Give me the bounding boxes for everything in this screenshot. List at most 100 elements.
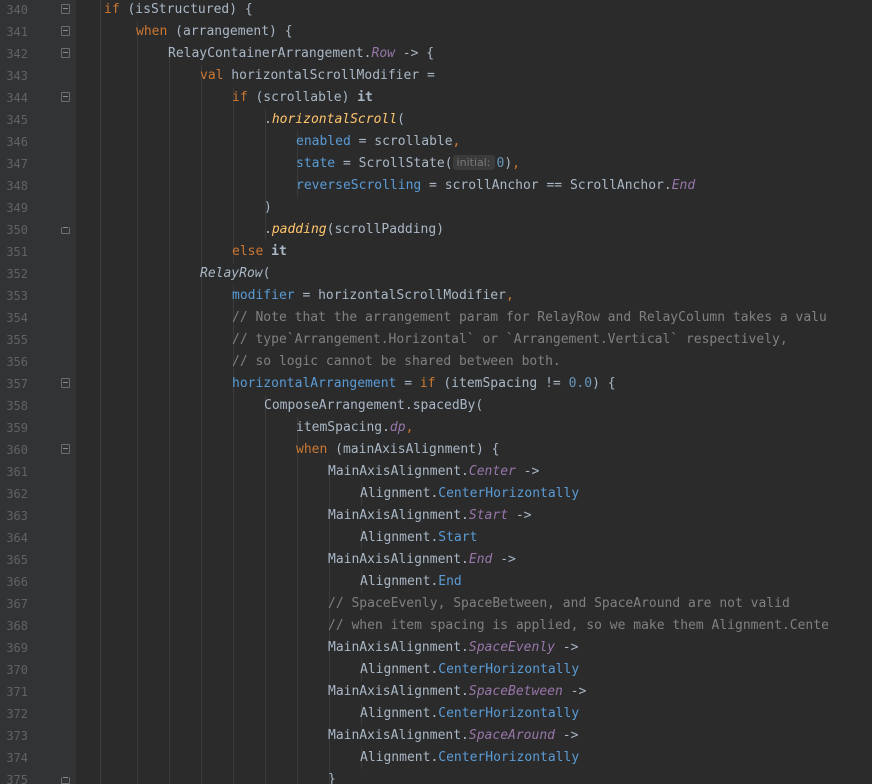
code-line[interactable]: 363 MainAxisAlignment.Start -> bbox=[0, 505, 872, 527]
code-token: -> bbox=[492, 552, 516, 567]
code-token: // so logic cannot be shared between bot… bbox=[232, 354, 561, 369]
indent-guide bbox=[297, 769, 298, 784]
code-line[interactable]: 362 Alignment.CenterHorizontally bbox=[0, 483, 872, 505]
code-token: CenterHorizontally bbox=[438, 662, 580, 677]
indent-guide bbox=[297, 571, 298, 593]
code-line[interactable]: 372 Alignment.CenterHorizontally bbox=[0, 703, 872, 725]
indent-guide bbox=[137, 681, 138, 703]
code-token: End bbox=[468, 552, 493, 567]
code-text: .padding(scrollPadding) bbox=[264, 219, 444, 241]
indent-guide bbox=[233, 527, 234, 549]
fold-collapse-icon[interactable] bbox=[61, 48, 70, 58]
code-line[interactable]: 368 // when item spacing is applied, so w… bbox=[0, 615, 872, 637]
indent-guide bbox=[265, 659, 266, 681]
code-token: modifier bbox=[232, 288, 295, 303]
code-line[interactable]: 346 enabled = scrollable, bbox=[0, 131, 872, 153]
fold-end-icon[interactable] bbox=[61, 227, 70, 234]
fold-collapse-icon[interactable] bbox=[61, 378, 70, 388]
code-text: ComposeArrangement.spacedBy( bbox=[264, 395, 483, 417]
indent-guide bbox=[169, 549, 170, 571]
code-line[interactable]: 373 MainAxisAlignment.SpaceAround -> bbox=[0, 725, 872, 747]
code-line[interactable]: 345 .horizontalScroll( bbox=[0, 109, 872, 131]
code-line[interactable]: 361 MainAxisAlignment.Center -> bbox=[0, 461, 872, 483]
indent-guide bbox=[137, 703, 138, 725]
code-line[interactable]: 360 when (mainAxisAlignment) { bbox=[0, 439, 872, 461]
code-line[interactable]: 366 Alignment.End bbox=[0, 571, 872, 593]
code-token: = scrollable bbox=[350, 134, 453, 149]
indent-guide bbox=[169, 461, 170, 483]
indent-guide bbox=[233, 747, 234, 769]
code-line[interactable]: 348 reverseScrolling = scrollAnchor == Sc… bbox=[0, 175, 872, 197]
code-line[interactable]: 358 ComposeArrangement.spacedBy( bbox=[0, 395, 872, 417]
indent-guide bbox=[297, 527, 298, 549]
code-text: itemSpacing.dp, bbox=[296, 417, 413, 439]
code-line[interactable]: 375} bbox=[0, 769, 872, 784]
code-line[interactable]: 342 RelayContainerArrangement.Row -> { bbox=[0, 43, 872, 65]
indent-guide bbox=[233, 439, 234, 461]
indent-guide bbox=[201, 219, 202, 241]
indent-guide bbox=[137, 395, 138, 417]
code-text: if (scrollable) it bbox=[232, 87, 373, 109]
indent-guide bbox=[201, 87, 202, 109]
code-token: (isStructured) { bbox=[119, 2, 253, 17]
indent-guide bbox=[169, 505, 170, 527]
code-token: reverseScrolling bbox=[296, 178, 422, 193]
code-line[interactable]: 354 // Note that the arrangement param fo… bbox=[0, 307, 872, 329]
code-line[interactable]: 343 val horizontalScrollModifier = bbox=[0, 65, 872, 87]
line-number: 358 bbox=[6, 399, 28, 413]
code-text: // when item spacing is applied, so we m… bbox=[328, 615, 829, 637]
indent-guide bbox=[297, 483, 298, 505]
indent-guide bbox=[201, 197, 202, 219]
indent-guide bbox=[201, 175, 202, 197]
indent-guide bbox=[169, 637, 170, 659]
code-editor[interactable]: 340 if (isStructured) {341 when (arrangeme… bbox=[0, 0, 872, 784]
code-line[interactable]: 355 // type`Arrangement.Horizontal` or `A… bbox=[0, 329, 872, 351]
indent-guide bbox=[169, 241, 170, 263]
indent-guide bbox=[169, 197, 170, 219]
code-line[interactable]: 353 modifier = horizontalScrollModifier, bbox=[0, 285, 872, 307]
indent-guide bbox=[201, 417, 202, 439]
code-line[interactable]: 352 RelayRow( bbox=[0, 263, 872, 285]
code-token: CenterHorizontally bbox=[438, 706, 580, 721]
code-text: Alignment.CenterHorizontally bbox=[360, 483, 579, 505]
code-line[interactable]: 374 Alignment.CenterHorizontally bbox=[0, 747, 872, 769]
code-line[interactable]: 347 state = ScrollState(initial: 0), bbox=[0, 153, 872, 175]
code-line[interactable]: 369 MainAxisAlignment.SpaceEvenly -> bbox=[0, 637, 872, 659]
code-line[interactable]: 370 Alignment.CenterHorizontally bbox=[0, 659, 872, 681]
indent-guide bbox=[233, 571, 234, 593]
code-line[interactable]: 359 itemSpacing.dp, bbox=[0, 417, 872, 439]
code-line[interactable]: 349) bbox=[0, 197, 872, 219]
code-line[interactable]: 365 MainAxisAlignment.End -> bbox=[0, 549, 872, 571]
indent-guide bbox=[233, 725, 234, 747]
code-token: Alignment. bbox=[360, 662, 439, 677]
fold-collapse-icon[interactable] bbox=[61, 26, 70, 36]
fold-collapse-icon[interactable] bbox=[61, 92, 70, 102]
code-line[interactable]: 341 when (arrangement) { bbox=[0, 21, 872, 43]
code-text: Alignment.Start bbox=[360, 527, 477, 549]
indent-guide bbox=[201, 329, 202, 351]
indent-guide bbox=[233, 175, 234, 197]
code-line[interactable]: 357 horizontalArrangement = if (itemSpaci… bbox=[0, 373, 872, 395]
indent-guide bbox=[137, 87, 138, 109]
indent-guide bbox=[169, 483, 170, 505]
indent-guide bbox=[137, 725, 138, 747]
indent-guide bbox=[201, 153, 202, 175]
code-line[interactable]: 367 // SpaceEvenly, SpaceBetween, and Spa… bbox=[0, 593, 872, 615]
code-line[interactable]: 356 // so logic cannot be shared between … bbox=[0, 351, 872, 373]
code-line[interactable]: 364 Alignment.Start bbox=[0, 527, 872, 549]
indent-guide bbox=[137, 505, 138, 527]
code-token: ( bbox=[397, 112, 405, 127]
fold-collapse-icon[interactable] bbox=[61, 4, 70, 14]
code-line[interactable]: 371 MainAxisAlignment.SpaceBetween -> bbox=[0, 681, 872, 703]
code-line[interactable]: 350 .padding(scrollPadding) bbox=[0, 219, 872, 241]
fold-collapse-icon[interactable] bbox=[61, 444, 70, 454]
code-token: , bbox=[405, 420, 414, 435]
code-line[interactable]: 344 if (scrollable) it bbox=[0, 87, 872, 109]
code-line[interactable]: 351 else it bbox=[0, 241, 872, 263]
code-token: itemSpacing. bbox=[296, 420, 390, 435]
code-line[interactable]: 340 if (isStructured) { bbox=[0, 0, 872, 21]
indent-guide bbox=[329, 483, 330, 505]
indent-guide bbox=[169, 329, 170, 351]
code-token: (scrollable) bbox=[247, 90, 358, 105]
fold-end-icon[interactable] bbox=[61, 777, 70, 784]
